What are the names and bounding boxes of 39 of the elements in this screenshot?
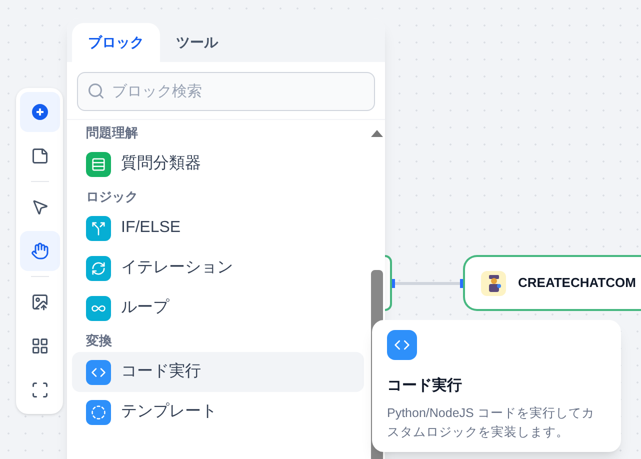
organize-icon — [30, 337, 48, 355]
block-label: ループ — [121, 298, 169, 318]
block-item[interactable]: テンプレート — [72, 392, 364, 432]
tooltip-description: Python/NodeJS コードを実行してカスタムロジックを実装します。 — [387, 404, 596, 440]
pointer-icon — [30, 198, 48, 216]
category-header: 問題理解 — [85, 124, 139, 142]
workflow-node[interactable] — [385, 255, 392, 311]
block-label: 質問分類器 — [121, 154, 201, 174]
block-item[interactable]: コード実行 — [72, 352, 364, 392]
add-icon — [32, 104, 48, 120]
workflow-node[interactable]: CREATECHATCOM — [463, 255, 641, 311]
block-label: IF/ELSE — [121, 218, 181, 238]
node-handle[interactable] — [460, 279, 463, 288]
search-field[interactable]: ブロック検索 — [77, 72, 375, 111]
panel-tab[interactable]: ツール — [160, 23, 234, 62]
block-item[interactable]: イテレーション — [72, 248, 364, 288]
export-icon — [30, 293, 48, 311]
hand-tool-button[interactable] — [20, 231, 60, 271]
category-header: ロジック — [85, 188, 139, 206]
panel-tab[interactable]: ブロック — [72, 23, 160, 62]
tooltip-title: コード実行 — [387, 376, 463, 396]
block-label: コード実行 — [121, 362, 201, 382]
search-icon — [87, 82, 105, 100]
connection-line — [394, 282, 462, 285]
fit-icon — [30, 381, 48, 399]
agent-avatar-icon — [481, 270, 506, 296]
node-handle[interactable] — [392, 279, 395, 288]
node-title: CREATECHATCOM — [518, 274, 636, 292]
hand-icon — [30, 242, 48, 260]
block-label: イテレーション — [121, 258, 233, 278]
block-item[interactable]: 質問分類器 — [72, 144, 364, 184]
note-icon — [30, 147, 48, 165]
category-header: 変換 — [85, 332, 113, 350]
block-item[interactable]: IF/ELSE — [72, 208, 364, 248]
add-tool-button[interactable] — [20, 92, 60, 132]
scroll-up-icon[interactable] — [371, 130, 383, 137]
code-icon — [387, 330, 417, 360]
block-label: テンプレート — [121, 402, 217, 422]
block-item[interactable]: ループ — [72, 288, 364, 328]
